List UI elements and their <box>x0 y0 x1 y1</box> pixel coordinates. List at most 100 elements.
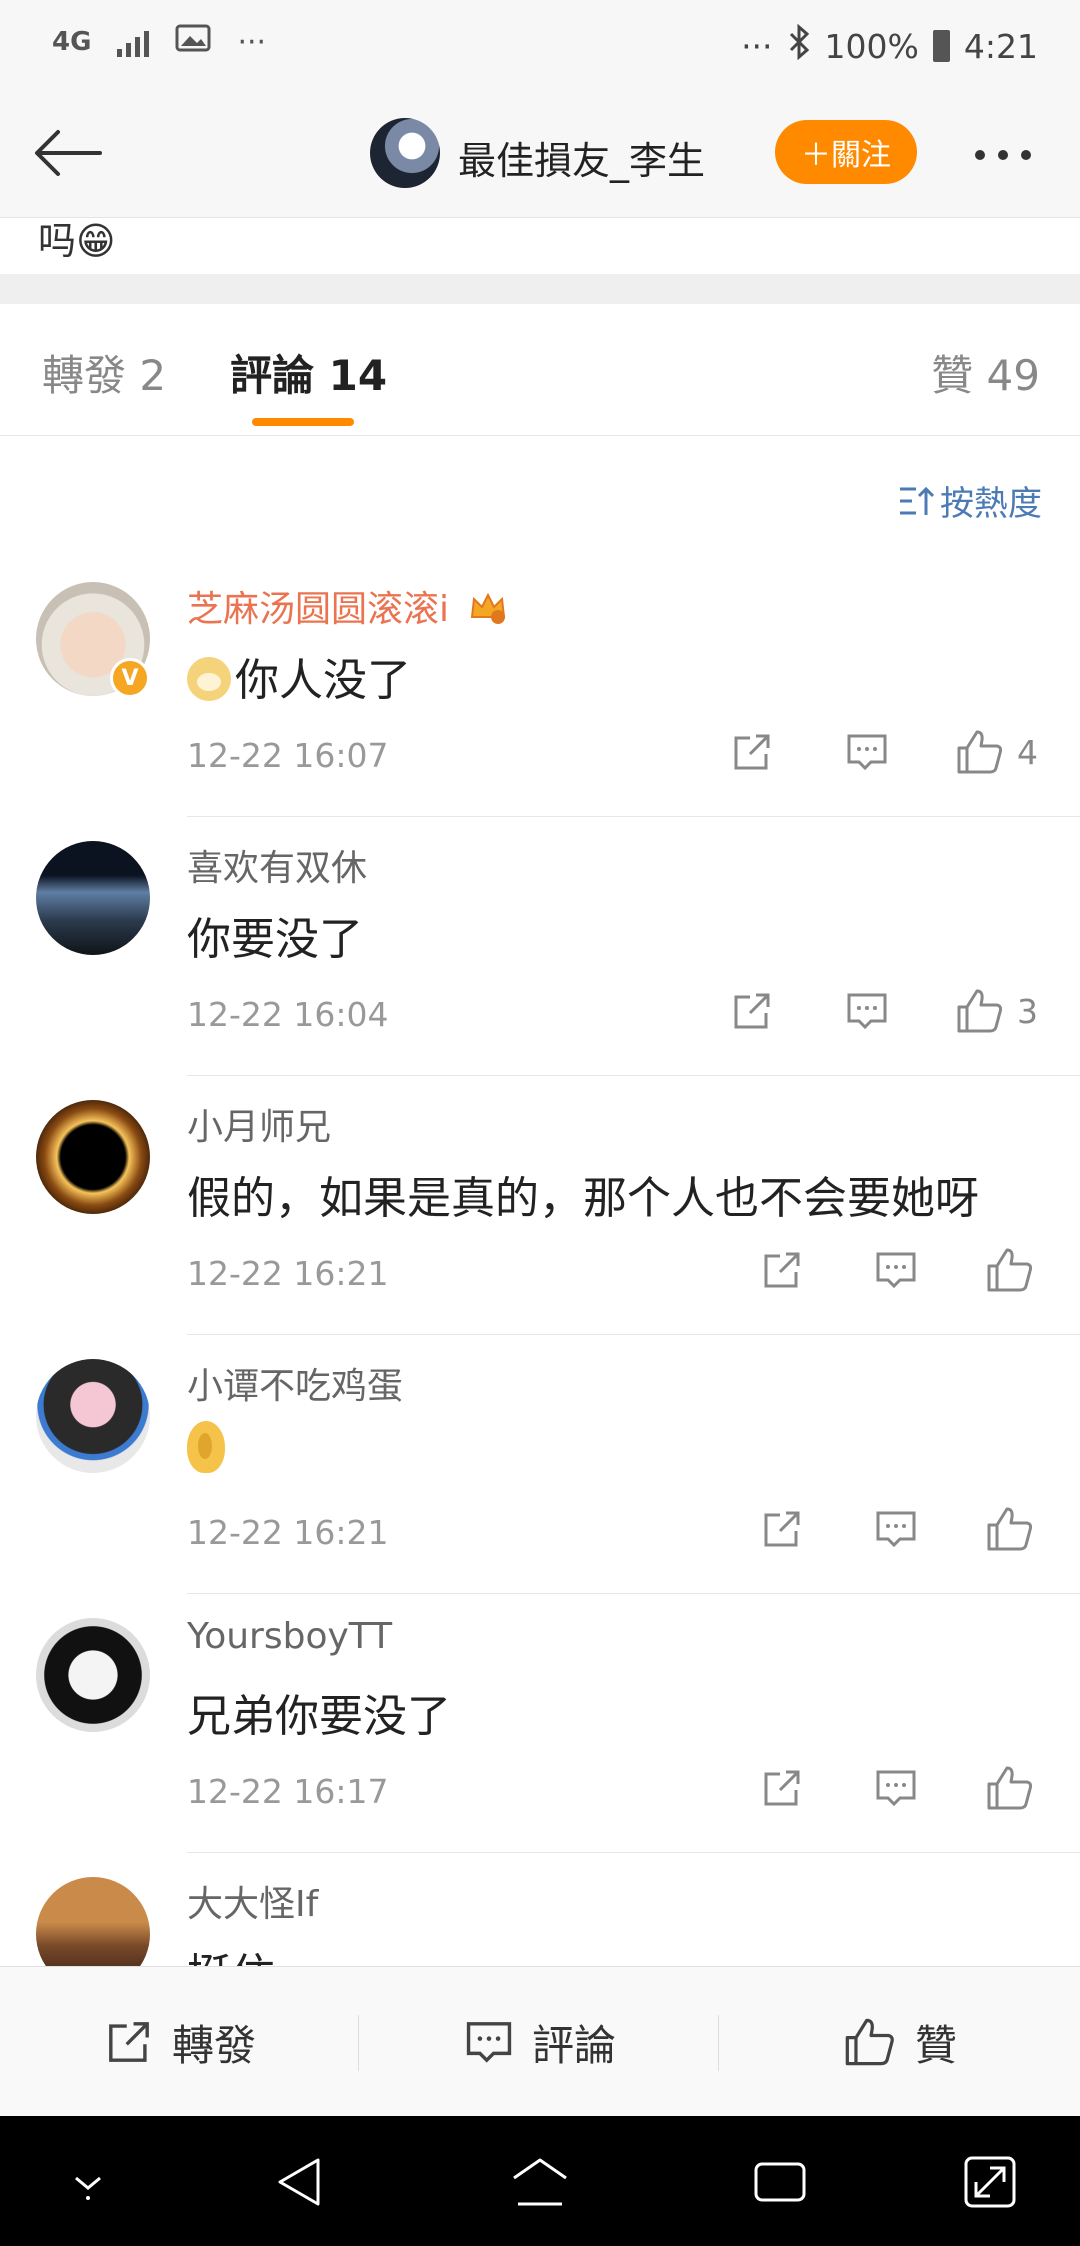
like-button[interactable] <box>985 1240 1035 1300</box>
tab-comments[interactable]: 評論 14 <box>230 342 387 403</box>
comment-username[interactable]: 小谭不吃鸡蛋 <box>187 1357 403 1409</box>
vip-crown-icon <box>468 589 508 625</box>
status-bar: 4G ··· ··· 100% 4:21 <box>0 0 1080 90</box>
bottom-action-bar: 轉發 評論 贊 <box>0 1966 1080 2116</box>
top-nav: 最佳損友_李生 ＋關注 <box>0 90 1080 218</box>
active-tab-indicator <box>252 418 354 426</box>
sort-icon <box>900 486 934 515</box>
like-button[interactable] <box>985 1499 1035 1559</box>
comment-item: YoursboyTT 兄弟你要没了 12-22 16:17 <box>0 1616 1080 1877</box>
comment-text: 兄弟你要没了 <box>187 1691 451 1742</box>
author-avatar[interactable] <box>370 118 440 188</box>
comment-text: 挺住 <box>187 1939 275 1966</box>
comment-content: 你人没了 <box>187 644 411 708</box>
repost-label: 轉發 <box>171 2020 256 2070</box>
hide-keyboard-icon[interactable] <box>58 2152 118 2212</box>
repost-button[interactable]: 轉發 <box>0 1967 360 2117</box>
thumbs-up-icon <box>845 2018 894 2066</box>
comment-username[interactable]: YoursboyTT <box>187 1616 392 1657</box>
like-post-button[interactable]: 贊 <box>720 1967 1080 2117</box>
thumbs-up-icon <box>987 1766 1033 1810</box>
reply-icon[interactable] <box>845 981 889 1041</box>
like-label: 贊 <box>914 2020 957 2070</box>
like-button[interactable]: 4 <box>955 722 1038 782</box>
repost-icon[interactable] <box>760 1499 804 1559</box>
tab-likes[interactable]: 贊 49 <box>931 342 1040 403</box>
follow-button[interactable]: ＋關注 <box>775 120 917 184</box>
recent-apps-icon[interactable] <box>750 2152 810 2212</box>
like-count: 3 <box>1017 991 1038 1031</box>
avatar[interactable] <box>36 1359 150 1473</box>
comment-text: 你人没了 <box>235 655 411 706</box>
divider <box>187 1852 1080 1853</box>
comment-username[interactable]: 小月师兄 <box>187 1098 331 1150</box>
repost-icon[interactable] <box>730 722 774 782</box>
repost-icon[interactable] <box>760 1240 804 1300</box>
system-navigation-bar <box>0 2116 1080 2246</box>
battery-icon <box>932 30 950 62</box>
username-text: 芝麻汤圆圆滚滚i <box>187 589 450 630</box>
repost-icon[interactable] <box>730 981 774 1041</box>
signal-icon <box>117 27 150 57</box>
home-icon[interactable] <box>510 2152 570 2212</box>
comment-timestamp: 12-22 16:04 <box>187 995 389 1034</box>
avatar[interactable] <box>36 1877 150 1966</box>
back-icon[interactable] <box>272 2152 332 2212</box>
battery-percent: 100% <box>824 26 919 66</box>
author-name[interactable]: 最佳損友_李生 <box>458 130 705 185</box>
like-button[interactable] <box>985 1758 1035 1818</box>
divider <box>187 1593 1080 1594</box>
avatar[interactable] <box>36 1100 150 1214</box>
comment-text: 你要没了 <box>187 914 363 965</box>
divider <box>187 1075 1080 1076</box>
thumbs-up-icon <box>987 1507 1033 1551</box>
thumbs-up-icon <box>987 1248 1033 1292</box>
image-icon <box>175 24 211 60</box>
reply-icon[interactable] <box>874 1758 918 1818</box>
comment-text: 假的，如果是真的，那个人也不会要她呀 <box>187 1173 979 1224</box>
section-divider <box>0 274 1080 304</box>
repost-icon[interactable] <box>760 1758 804 1818</box>
ear-emoji-icon <box>187 1421 225 1473</box>
comment-username[interactable]: 大大怪If <box>187 1877 318 1927</box>
comment-item: 小谭不吃鸡蛋 12-22 16:21 <box>0 1359 1080 1618</box>
avatar[interactable] <box>36 1618 150 1732</box>
comment-timestamp: 12-22 16:07 <box>187 736 389 775</box>
like-button[interactable]: 3 <box>955 981 1038 1041</box>
sort-button[interactable]: 按熱度 <box>898 476 1042 525</box>
comment-button[interactable]: 評論 <box>360 1967 720 2117</box>
separator <box>718 2015 719 2071</box>
thumbs-up-icon <box>957 989 1003 1033</box>
comment-item: 大大怪If 挺住 <box>0 1877 1080 1966</box>
clock: 4:21 <box>963 26 1038 66</box>
bluetooth-icon <box>787 23 811 68</box>
more-options-icon[interactable] <box>975 150 1031 160</box>
comment-content <box>187 1421 225 1484</box>
comment-item: 喜欢有双休 你要没了 12-22 16:04 3 <box>0 841 1080 1100</box>
overflow-indicator: ··· <box>237 24 267 60</box>
post-text: 吗😁 <box>38 219 116 263</box>
comment-icon <box>466 2022 512 2063</box>
comment-timestamp: 12-22 16:21 <box>187 1513 389 1552</box>
comment-item: V 芝麻汤圆圆滚滚i 你人没了 12-22 16:07 4 <box>0 582 1080 841</box>
post-body-tail: 吗😁 <box>0 218 1080 274</box>
back-arrow-icon[interactable] <box>28 118 108 188</box>
interaction-tabs: 轉發 2 評論 14 贊 49 <box>0 304 1080 436</box>
comment-timestamp: 12-22 16:17 <box>187 1772 389 1811</box>
comment-username[interactable]: 喜欢有双休 <box>187 839 367 891</box>
reply-icon[interactable] <box>874 1240 918 1300</box>
comment-item: 小月师兄 假的，如果是真的，那个人也不会要她呀 12-22 16:21 <box>0 1100 1080 1359</box>
thumbs-up-icon <box>957 730 1003 774</box>
reply-icon[interactable] <box>845 722 889 782</box>
verified-badge-icon: V <box>110 658 150 698</box>
doge-emoji-icon <box>187 657 231 701</box>
tab-reposts[interactable]: 轉發 2 <box>42 342 166 403</box>
divider <box>187 816 1080 817</box>
repost-icon <box>109 2022 149 2062</box>
comment-username[interactable]: 芝麻汤圆圆滚滚i <box>187 580 508 632</box>
like-count: 4 <box>1017 732 1038 772</box>
comment-label: 評論 <box>531 2020 616 2070</box>
rotate-icon[interactable] <box>960 2152 1020 2212</box>
reply-icon[interactable] <box>874 1499 918 1559</box>
avatar[interactable] <box>36 841 150 955</box>
